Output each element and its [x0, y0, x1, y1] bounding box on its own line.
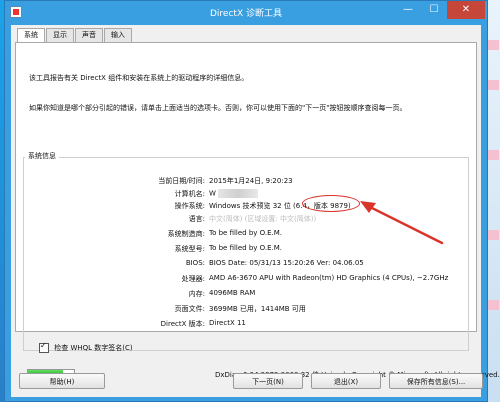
tab-strip: 系统 显示 声音 输入 — [17, 28, 133, 43]
info-key: 页面文件: — [174, 305, 205, 313]
info-row-memory: 内存: 4096MB RAM — [11, 289, 481, 301]
tab-input[interactable]: 输入 — [104, 28, 132, 42]
whql-checkbox-row[interactable]: 检查 WHQL 数字签名(C) — [39, 341, 133, 353]
annotation-arrow-icon — [360, 201, 444, 245]
info-value: 4096MB RAM — [209, 289, 256, 297]
intro-text: 该工具报告有关 DirectX 组件和安装在系统上的驱动程序的详细信息。 — [29, 74, 249, 82]
info-value: To be filled by O.E.M. — [209, 229, 283, 237]
close-button[interactable]: ✕ — [447, 1, 485, 19]
dialog-client-area: 系统 显示 声音 输入 该工具报告有关 DirectX 组件和安装在系统上的驱动… — [11, 25, 500, 397]
minimize-button[interactable]: — — [395, 1, 421, 19]
whql-checkbox[interactable] — [39, 341, 49, 353]
background-item — [487, 300, 499, 310]
exit-button[interactable]: 退出(X) — [311, 373, 381, 389]
info-key: 当前日期/时间: — [158, 177, 205, 185]
background-item — [487, 150, 499, 160]
info-value: DirectX 11 — [209, 319, 246, 327]
save-all-info-button[interactable]: 保存所有信息(S)... — [389, 373, 483, 389]
info-key: DirectX 版本: — [160, 320, 205, 328]
info-key: 处理器: — [181, 275, 205, 283]
intro-text-2: 如果你知道是哪个部分引起的错误，请单击上面适当的选项卡。否则，你可以使用下面的"… — [29, 104, 407, 112]
info-value-wrapper: W — [209, 189, 258, 198]
next-page-button[interactable]: 下一页(N) — [233, 373, 303, 389]
info-row-directx: DirectX 版本: DirectX 11 — [11, 319, 481, 331]
dxdiag-window: DirectX 诊断工具 — ☐ ✕ 系统 显示 声音 输入 该工具报告有关 D… — [4, 0, 500, 402]
annotation-circle — [302, 195, 360, 212]
info-value: W — [209, 189, 216, 198]
info-key: 内存: — [188, 290, 205, 298]
system-info-label: 系统信息 — [25, 151, 59, 161]
info-key: 系统型号: — [174, 245, 205, 253]
info-row-page-file: 页面文件: 3699MB 已用，1414MB 可用 — [11, 304, 481, 316]
info-value: To be filled by O.E.M. — [209, 244, 283, 252]
tab-sound[interactable]: 声音 — [75, 28, 103, 42]
whql-checkbox-label: 检查 WHQL 数字签名(C) — [54, 344, 133, 352]
maximize-button[interactable]: ☐ — [421, 1, 447, 19]
info-key: 语言: — [188, 215, 205, 223]
info-key: 计算机名: — [174, 190, 205, 198]
tab-display[interactable]: 显示 — [46, 28, 74, 42]
info-key: BIOS: — [185, 259, 205, 267]
info-value: 3699MB 已用，1414MB 可用 — [209, 305, 306, 313]
background-item — [487, 80, 499, 90]
info-value: AMD A6-3670 APU with Radeon(tm) HD Graph… — [209, 274, 449, 282]
info-row-bios: BIOS: BIOS Date: 05/31/13 15:20:26 Ver: … — [11, 259, 481, 271]
info-value: 2015年1月24日, 9:20:23 — [209, 177, 293, 185]
redacted-blur — [217, 189, 258, 198]
info-key: 操作系统: — [174, 202, 205, 210]
info-value: BIOS Date: 05/31/13 15:20:26 Ver: 04.06.… — [209, 259, 364, 267]
tab-system[interactable]: 系统 — [17, 28, 45, 43]
background-item — [487, 230, 499, 240]
title-bar[interactable]: DirectX 诊断工具 — ☐ ✕ — [5, 1, 487, 23]
help-button[interactable]: 帮助(H) — [19, 373, 105, 389]
info-row-datetime: 当前日期/时间: 2015年1月24日, 9:20:23 — [11, 176, 481, 188]
info-row-processor: 处理器: AMD A6-3670 APU with Radeon(tm) HD … — [11, 274, 481, 286]
background-item — [487, 40, 499, 50]
info-value: 中文(简体) (区域设置: 中文(简体)) — [209, 215, 317, 223]
info-key: 系统制造商: — [167, 230, 205, 238]
